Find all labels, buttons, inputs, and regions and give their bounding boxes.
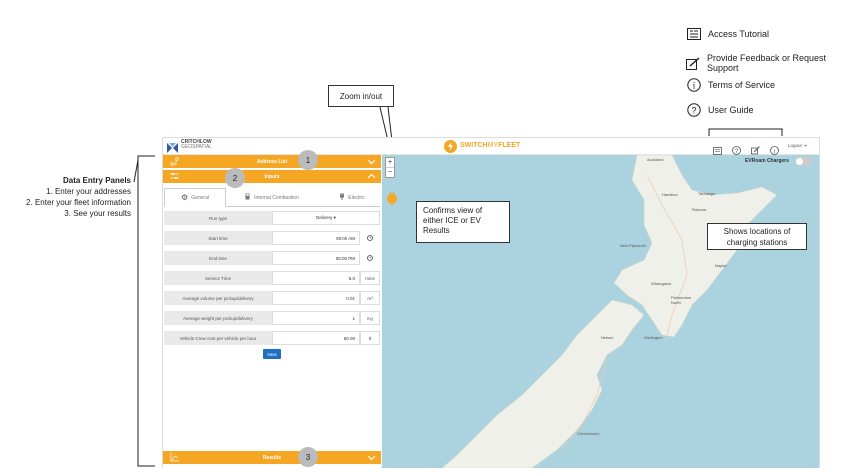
- run-type-select[interactable]: Delivery ▾: [272, 211, 380, 225]
- tab-internal-combustion[interactable]: Internal Combustion: [227, 188, 317, 207]
- toggle-knob: [796, 158, 803, 165]
- fuel-view-callout-line2: either ICE or EV: [423, 216, 481, 225]
- place-label: Tauranga: [698, 191, 715, 196]
- chevron-up-icon: [367, 172, 376, 181]
- logout-button[interactable]: Logout ⇥: [788, 143, 807, 149]
- field-unit: m³: [360, 291, 380, 305]
- results-label: Results: [262, 454, 282, 461]
- place-label: Wellington: [644, 335, 663, 340]
- tab-electric-label: Electric: [348, 194, 365, 201]
- feedback-icon[interactable]: [751, 142, 760, 155]
- field-unit: Kg: [360, 311, 380, 325]
- fuel-pump-icon: [245, 193, 251, 202]
- tutorial-icon[interactable]: [713, 142, 722, 155]
- place-label: Napier: [715, 263, 727, 268]
- brand-text: CRITCHLOW GEOSPATIAL: [181, 140, 212, 150]
- fuel-view-callout-line1: Confirms view of: [423, 206, 483, 215]
- fuel-type-view-icon[interactable]: [386, 191, 398, 205]
- end-time-input[interactable]: 05:00 PM: [272, 251, 360, 265]
- field-label: Vehicle Crew cost per vehicle per hour: [164, 331, 272, 345]
- crew-cost-input[interactable]: 60.00: [272, 331, 360, 345]
- clock-icon[interactable]: [360, 231, 380, 245]
- app-title-switch: SWITCH: [460, 142, 488, 149]
- place-label: Auckland: [647, 157, 664, 162]
- plug-icon: [339, 193, 345, 202]
- place-label: Rotorua: [692, 207, 707, 212]
- switchmyfleet-logo-icon: [444, 140, 457, 153]
- field-label: Start time: [164, 231, 272, 245]
- fuel-view-callout: Confirms view of either ICE or EV Result…: [416, 201, 510, 243]
- chevron-down-icon: [367, 157, 376, 166]
- field-label: Service Time: [164, 271, 272, 285]
- app-title-fleet: FLEET: [498, 142, 521, 149]
- place-label: Nelson: [601, 335, 614, 340]
- inputs-label: Inputs: [264, 173, 280, 180]
- clock-icon[interactable]: [360, 251, 380, 265]
- chargers-callout-line2: charging stations: [726, 238, 788, 247]
- tab-electric[interactable]: Electric: [323, 188, 381, 207]
- field-label: Average weight per pickup/delivery: [164, 311, 272, 325]
- field-crew-cost: Vehicle Crew cost per vehicle per hour 6…: [164, 331, 381, 345]
- app-window: CRITCHLOW GEOSPATIAL SWITCHMYFLEET ? i L…: [162, 137, 820, 468]
- zoom-control: + −: [385, 157, 395, 178]
- field-unit: $: [360, 331, 380, 345]
- results-panel-header[interactable]: Results: [163, 451, 381, 464]
- average-volume-input[interactable]: 0.01: [272, 291, 360, 305]
- fuel-view-callout-line3: Results: [423, 226, 450, 235]
- brand-line2: GEOSPATIAL: [181, 144, 212, 150]
- app-title-my: MY: [487, 142, 499, 149]
- tab-general-label: General: [191, 194, 209, 201]
- field-label: Average volume per pickup/delivery: [164, 291, 272, 305]
- field-service-time: Service Time 5.0 mins: [164, 271, 381, 285]
- start-time-input[interactable]: 09:00 AM: [272, 231, 360, 245]
- next-button[interactable]: Next: [263, 349, 281, 359]
- address-list-panel-header[interactable]: Address List: [163, 155, 381, 168]
- field-average-weight: Average weight per pickup/delivery 1 Kg: [164, 311, 381, 325]
- place-label: Hamilton: [662, 192, 678, 197]
- gear-icon: ⚙: [181, 193, 189, 202]
- step-marker-2: 2: [225, 168, 245, 188]
- field-label: Run type: [164, 211, 272, 225]
- chargers-callout-line1: Shows locations of: [723, 227, 791, 236]
- field-end-time: End time 05:00 PM: [164, 251, 381, 265]
- place-label: Christchurch: [577, 431, 600, 436]
- field-label: End time: [164, 251, 272, 265]
- evroam-toggle[interactable]: [795, 157, 812, 166]
- average-weight-input[interactable]: 1: [272, 311, 360, 325]
- inputs-panel-header[interactable]: Inputs: [163, 170, 381, 183]
- step-marker-1: 1: [298, 150, 318, 170]
- field-unit: mins: [360, 271, 380, 285]
- field-start-time: Start time 09:00 AM: [164, 231, 381, 245]
- chevron-down-icon: [367, 453, 376, 462]
- tab-general[interactable]: ⚙ General: [164, 188, 226, 207]
- step-marker-3: 3: [298, 447, 318, 467]
- left-panel: Address List Inputs ⚙ General Internal C…: [163, 155, 381, 468]
- address-list-label: Address List: [256, 158, 288, 165]
- tab-ice-label: Internal Combustion: [254, 194, 299, 201]
- service-time-input[interactable]: 5.0: [272, 271, 360, 285]
- evroam-toggle-label: EVRoam Chargers: [745, 158, 789, 164]
- top-bar: CRITCHLOW GEOSPATIAL SWITCHMYFLEET ? i L…: [163, 138, 819, 155]
- chart-icon: [170, 453, 179, 462]
- zoom-in-button[interactable]: +: [386, 158, 394, 168]
- critchlow-logo-icon: [167, 141, 178, 153]
- field-average-volume: Average volume per pickup/delivery 0.01 …: [164, 291, 381, 305]
- logout-icon: ⇥: [803, 143, 807, 148]
- sliders-icon: [170, 172, 179, 181]
- app-title: SWITCHMYFLEET: [460, 142, 520, 149]
- place-label: New Plymouth: [620, 243, 646, 248]
- logout-label: Logout: [788, 143, 802, 148]
- zoom-out-button[interactable]: −: [386, 168, 394, 178]
- place-label: Palmerston North: [671, 295, 692, 305]
- help-icon[interactable]: ?: [732, 142, 741, 155]
- info-icon[interactable]: i: [770, 142, 779, 155]
- chargers-callout: Shows locations of charging stations: [707, 223, 807, 250]
- field-run-type: Run type Delivery ▾: [164, 211, 381, 225]
- place-label: Whanganui: [651, 281, 672, 286]
- route-icon: [170, 157, 179, 166]
